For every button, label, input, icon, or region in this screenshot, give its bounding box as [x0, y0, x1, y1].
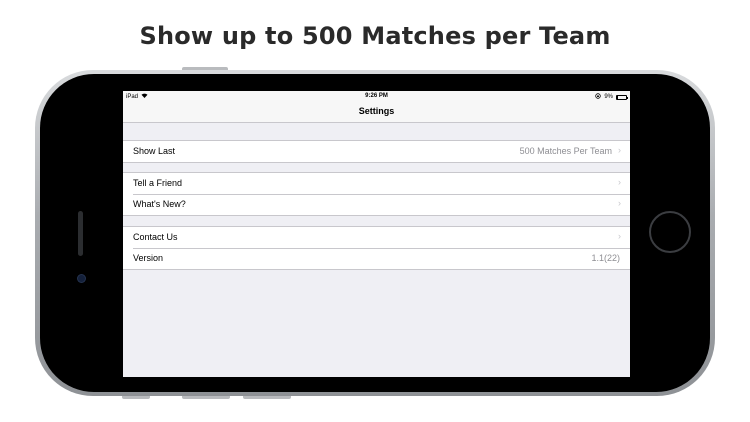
nav-title: Settings — [358, 106, 395, 116]
battery-icon — [616, 94, 628, 100]
tell-a-friend-row[interactable]: Tell a Friend › — [123, 173, 630, 194]
whats-new-row[interactable]: What's New? › — [123, 194, 630, 215]
chevron-right-icon: › — [618, 198, 621, 208]
row-label: Version — [133, 253, 164, 263]
status-time: 9:26 PM — [365, 93, 388, 99]
version-row: Version 1.1(22) — [123, 248, 630, 269]
settings-group-share: Tell a Friend › What's New? › — [123, 172, 630, 216]
settings-group-display: Show Last 500 Matches Per Team › — [123, 140, 630, 163]
chevron-right-icon: › — [618, 177, 621, 187]
status-bar: iPad 9:26 PM 9% — [123, 91, 630, 102]
settings-group-about: Contact Us › Version 1.1(22) — [123, 226, 630, 270]
row-label: Show Last — [133, 146, 176, 156]
earpiece-speaker — [78, 211, 83, 256]
lock-rotation-icon — [595, 93, 602, 101]
show-last-row[interactable]: Show Last 500 Matches Per Team › — [123, 141, 630, 162]
device-screen: iPad 9:26 PM 9% Settings Show Last 500 M… — [123, 91, 630, 377]
row-label: What's New? — [133, 199, 186, 209]
home-button[interactable] — [649, 211, 691, 253]
version-value: 1.1(22) — [591, 253, 620, 263]
row-value: 500 Matches Per Team — [519, 146, 612, 156]
chevron-right-icon: › — [618, 231, 621, 241]
row-label: Tell a Friend — [133, 178, 183, 188]
row-label: Contact Us — [133, 232, 178, 242]
navigation-bar: Settings — [123, 102, 630, 123]
front-camera — [78, 275, 85, 282]
chevron-right-icon: › — [618, 145, 621, 155]
promo-headline: Show up to 500 Matches per Team — [139, 22, 611, 50]
contact-us-row[interactable]: Contact Us › — [123, 227, 630, 248]
battery-percent: 9% — [604, 94, 613, 100]
